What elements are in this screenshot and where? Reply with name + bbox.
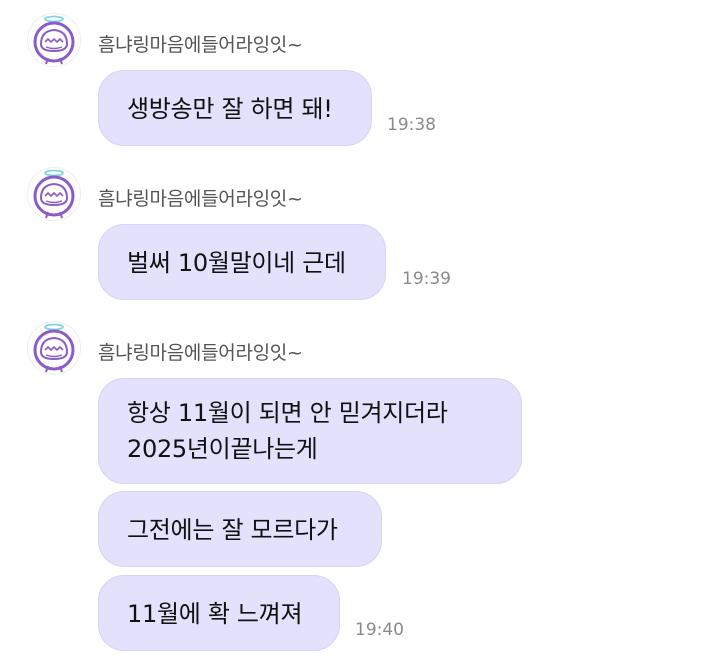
avatar[interactable] (28, 322, 80, 374)
halo-character-icon (33, 169, 75, 219)
message-text: 11월에 확 느껴져 (127, 600, 303, 628)
halo-character-icon (33, 15, 75, 65)
halo-character-icon (33, 323, 75, 373)
message-text: 2025년이끝나는게 (127, 435, 318, 463)
chat-thread: 흠냐링마음에들어라잉잇~ 생방송만 잘 하면 돼! 19:38 흠냐링마음에들어… (0, 0, 720, 667)
sender-name: 흠냐링마음에들어라잉잇~ (98, 342, 303, 364)
message-time: 19:40 (355, 620, 404, 640)
message-text: 항상 11월이 되면 안 믿겨지더라 (127, 399, 448, 427)
message-text: 생방송만 잘 하면 돼! (127, 95, 333, 123)
message-bubble[interactable]: 생방송만 잘 하면 돼! (98, 70, 372, 146)
message-bubble[interactable]: 그전에는 잘 모르다가 (98, 491, 382, 567)
message-bubble[interactable]: 벌써 10월말이네 근데 (98, 224, 386, 300)
message-time: 19:38 (387, 115, 436, 135)
sender-name: 흠냐링마음에들어라잉잇~ (98, 34, 303, 56)
avatar[interactable] (28, 168, 80, 220)
sender-name: 흠냐링마음에들어라잉잇~ (98, 188, 303, 210)
message-text: 그전에는 잘 모르다가 (127, 516, 338, 544)
message-time: 19:39 (402, 269, 451, 289)
message-bubble[interactable]: 11월에 확 느껴져 (98, 575, 340, 651)
message-bubble[interactable]: 항상 11월이 되면 안 믿겨지더라 2025년이끝나는게 (98, 378, 522, 484)
avatar[interactable] (28, 14, 80, 66)
message-text: 벌써 10월말이네 근데 (127, 249, 346, 277)
